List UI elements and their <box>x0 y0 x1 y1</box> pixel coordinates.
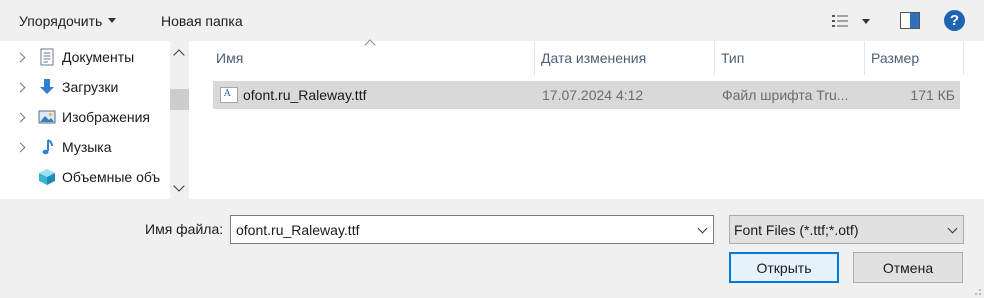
resize-grip-icon[interactable] <box>972 286 982 296</box>
filter-value: Font Files (*.ttf;*.otf) <box>734 222 859 238</box>
file-type: Файл шрифта Tru... <box>722 87 849 103</box>
file-size: 171 КБ <box>910 87 955 103</box>
nav-item-label: Музыка <box>62 139 112 155</box>
documents-icon <box>40 48 54 66</box>
nav-item-label: Изображения <box>62 109 150 125</box>
chevron-right-icon[interactable] <box>15 82 26 92</box>
filename-label: Имя файла: <box>145 221 224 237</box>
help-button[interactable]: ? <box>944 10 965 31</box>
font-file-glyph: A <box>224 89 231 99</box>
nav-item-label: Загрузки <box>62 79 119 95</box>
file-date: 17.07.2024 4:12 <box>542 87 644 103</box>
preview-pane-icon <box>900 12 920 29</box>
content-area: Документы Загрузки Изображения Музыка Об… <box>0 39 984 199</box>
organize-label: Упорядочить <box>19 12 103 29</box>
nav-item-label: Объемные объ <box>62 169 161 185</box>
column-header-label: Дата изменения <box>541 50 647 66</box>
file-type-filter-select[interactable]: Font Files (*.ttf;*.otf) <box>729 215 964 244</box>
chevron-down-icon[interactable] <box>697 223 708 234</box>
chevron-right-icon[interactable] <box>15 52 26 62</box>
font-file-icon: A <box>220 87 238 103</box>
dialog-footer: Имя файла: ofont.ru_Raleway.ttf Font Fil… <box>0 199 984 298</box>
downloads-icon <box>40 79 54 94</box>
toolbar: Упорядочить Новая папка ? <box>0 0 984 41</box>
help-icon: ? <box>949 12 960 29</box>
scroll-down-icon[interactable] <box>173 180 185 192</box>
preview-pane-button[interactable] <box>900 12 920 29</box>
chevron-right-icon[interactable] <box>15 112 26 122</box>
chevron-down-icon <box>947 223 958 234</box>
nav-item-documents[interactable]: Документы <box>0 42 170 72</box>
filename-value: ofont.ru_Raleway.ttf <box>236 222 360 238</box>
cancel-button[interactable]: Отмена <box>853 252 963 283</box>
nav-item-downloads[interactable]: Загрузки <box>0 72 170 102</box>
details-view-icon <box>832 15 848 27</box>
column-header-label: Тип <box>721 50 745 66</box>
new-folder-button[interactable]: Новая папка <box>161 0 243 41</box>
new-folder-label: Новая папка <box>161 12 243 29</box>
nav-item-label: Документы <box>62 49 135 65</box>
nav-item-3d-objects[interactable]: Объемные объ <box>0 162 170 192</box>
nav-item-pictures[interactable]: Изображения <box>0 102 170 132</box>
scrollbar-thumb[interactable] <box>170 89 189 110</box>
filename-input[interactable]: ofont.ru_Raleway.ttf <box>230 215 714 244</box>
open-button-label: Открыть <box>756 259 812 276</box>
3d-objects-icon <box>39 169 55 185</box>
column-header-size[interactable]: Размер <box>865 41 964 75</box>
scroll-up-icon[interactable] <box>173 49 185 61</box>
chevron-right-icon[interactable] <box>15 142 26 152</box>
music-icon <box>42 139 53 155</box>
chevron-down-icon <box>862 18 870 24</box>
chevron-down-icon <box>108 18 117 23</box>
organize-button[interactable]: Упорядочить <box>19 0 117 41</box>
column-header-date[interactable]: Дата изменения <box>535 41 715 75</box>
navigation-pane: Документы Загрузки Изображения Музыка Об… <box>0 41 190 199</box>
column-header-name[interactable]: Имя <box>210 41 535 75</box>
file-list: Имя Дата изменения Тип Размер A ofont.ru… <box>190 39 984 199</box>
pictures-icon <box>38 110 56 124</box>
file-name: ofont.ru_Raleway.ttf <box>243 87 367 103</box>
nav-item-music[interactable]: Музыка <box>0 132 170 162</box>
table-row[interactable]: A ofont.ru_Raleway.ttf 17.07.2024 4:12 Ф… <box>213 81 960 109</box>
column-header-label: Размер <box>871 50 920 66</box>
change-view-button[interactable] <box>832 12 876 30</box>
column-header-label: Имя <box>216 50 244 66</box>
nav-scrollbar[interactable] <box>170 41 189 199</box>
cancel-button-label: Отмена <box>882 259 934 276</box>
column-header-type[interactable]: Тип <box>715 41 865 75</box>
open-button[interactable]: Открыть <box>729 252 839 283</box>
